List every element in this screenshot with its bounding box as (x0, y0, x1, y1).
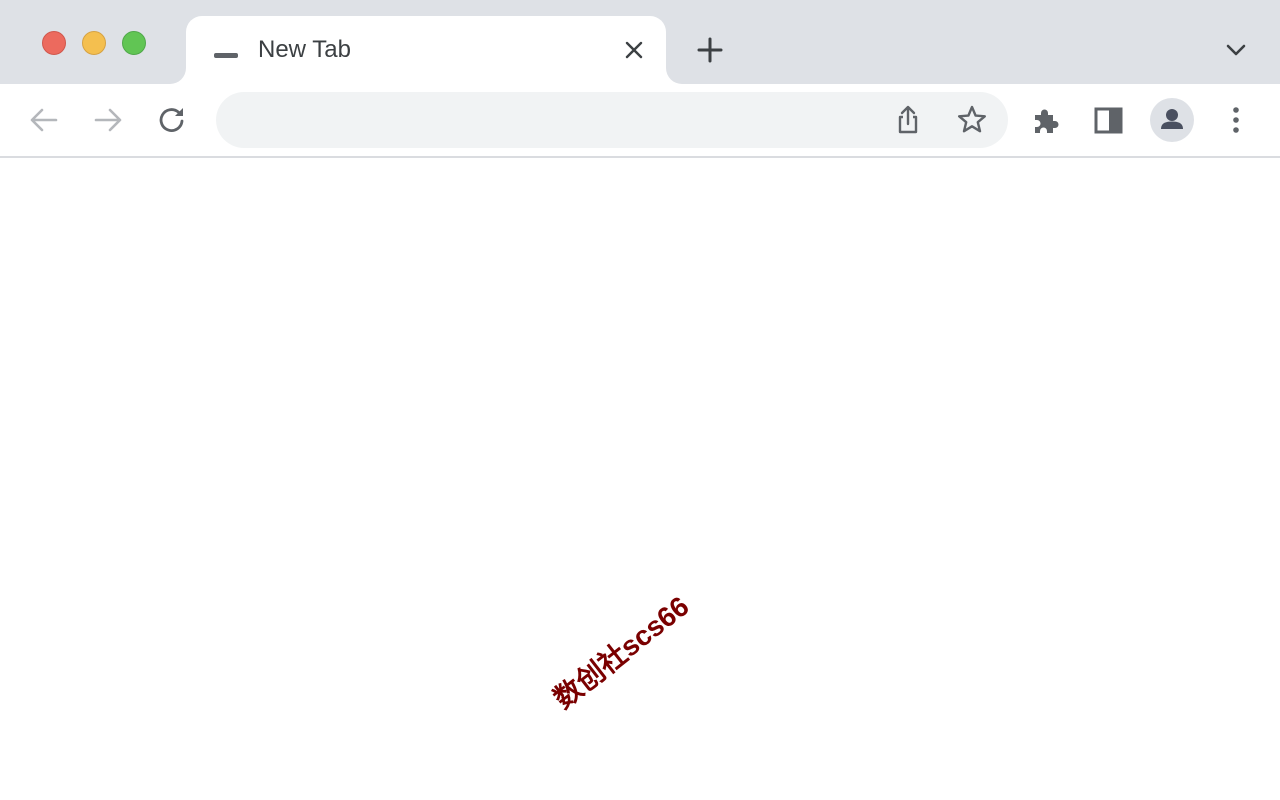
tab-title: New Tab (258, 36, 351, 63)
address-bar-input[interactable] (244, 92, 888, 150)
extensions-puzzle-icon[interactable] (1026, 100, 1066, 140)
profile-avatar-button[interactable] (1150, 98, 1194, 142)
tab-close-icon[interactable] (622, 38, 646, 62)
forward-arrow-icon[interactable] (88, 100, 128, 140)
side-panel-icon[interactable] (1088, 100, 1128, 140)
reload-icon[interactable] (152, 100, 192, 140)
window-minimize-button[interactable] (82, 31, 106, 55)
new-tab-favicon-icon (214, 53, 238, 58)
omnibox[interactable] (216, 92, 1008, 150)
watermark-text: 数创社scs66 (548, 590, 695, 715)
share-icon[interactable] (888, 100, 928, 140)
tab-new-tab[interactable]: New Tab (186, 16, 666, 84)
new-tab-plus-icon[interactable] (694, 34, 726, 66)
profile-avatar-icon (1150, 98, 1194, 142)
tab-search-chevron-down-icon[interactable] (1222, 38, 1250, 62)
bookmark-star-icon[interactable] (952, 100, 992, 140)
window-zoom-button[interactable] (122, 31, 146, 55)
window-close-button[interactable] (42, 31, 66, 55)
kebab-menu-icon[interactable] (1216, 100, 1256, 140)
page-content: 数创社scs66 (0, 158, 1280, 800)
tab-strip: New Tab (0, 0, 1280, 84)
toolbar (0, 84, 1280, 158)
back-arrow-icon[interactable] (24, 100, 64, 140)
browser-window: New Tab 数创社scs66 (0, 0, 1280, 800)
